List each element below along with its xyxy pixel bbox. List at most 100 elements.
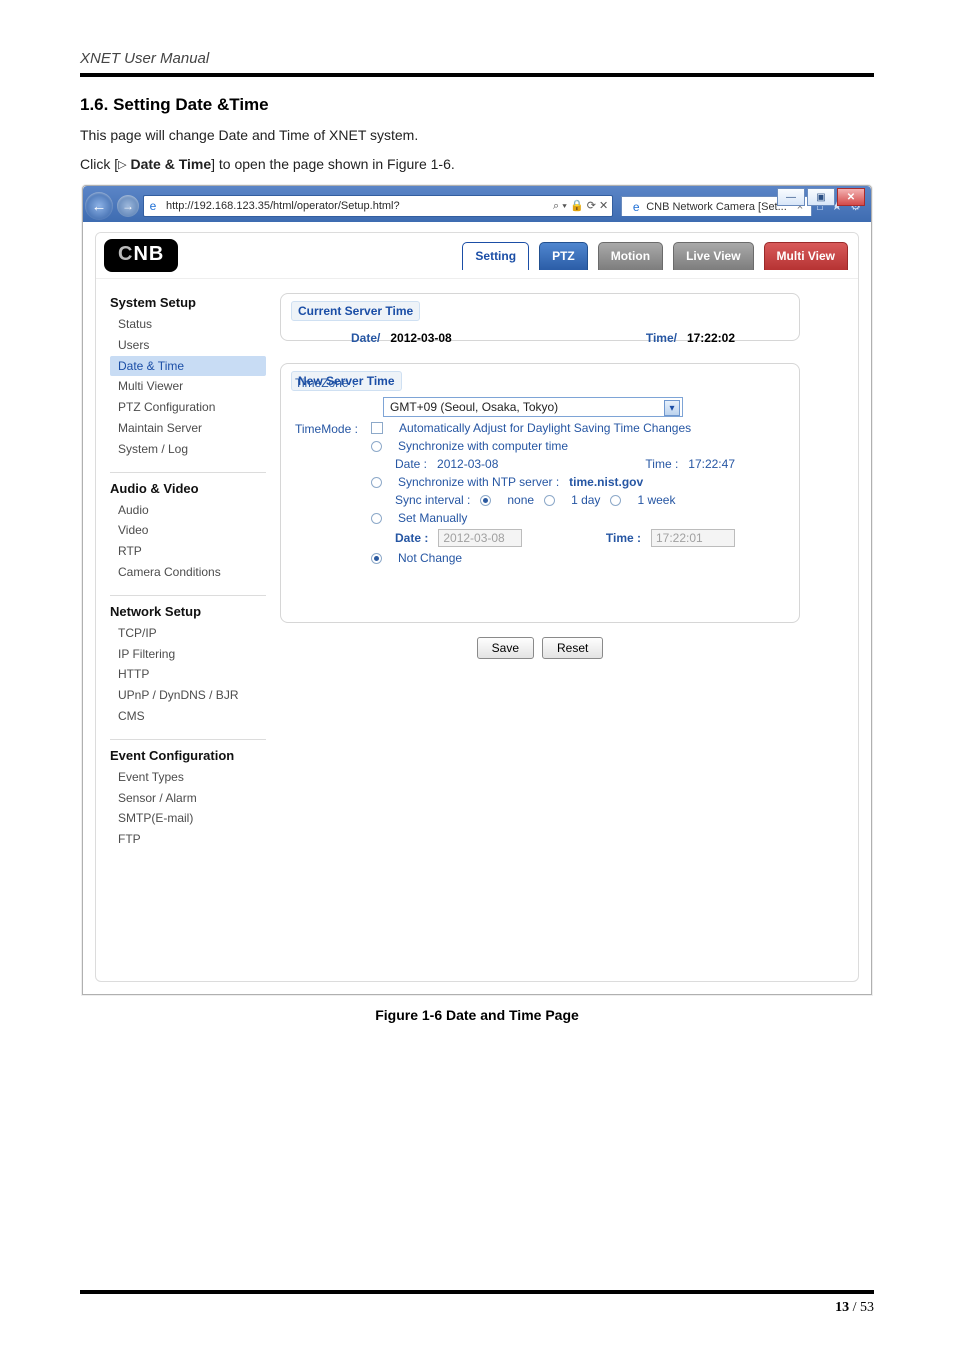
tab-ie-icon: e: [630, 200, 642, 214]
sidebar-item-ftp[interactable]: FTP: [110, 829, 266, 850]
sidebar-item-ipfilter[interactable]: IP Filtering: [110, 644, 266, 665]
dst-label: Automatically Adjust for Daylight Saving…: [399, 421, 691, 435]
address-bar[interactable]: e http://192.168.123.35/html/operator/Se…: [143, 195, 613, 217]
pc-date-label: Date :: [395, 457, 427, 471]
sidebar-head-av: Audio & Video: [110, 481, 266, 496]
tab-ptz[interactable]: PTZ: [539, 242, 588, 270]
save-button[interactable]: Save: [477, 637, 534, 659]
pc-time-label: Time :: [645, 457, 678, 471]
group-current-time: Current Server Time: [291, 301, 420, 321]
sidebar-item-multi-viewer[interactable]: Multi Viewer: [110, 376, 266, 397]
back-button[interactable]: ←: [85, 192, 113, 220]
page-current: 13: [835, 1300, 849, 1315]
intro-text: This page will change Date and Time of X…: [80, 125, 874, 146]
tab-live-view[interactable]: Live View: [673, 242, 753, 270]
page-total: 53: [860, 1300, 874, 1315]
opt-sync-pc: Synchronize with computer time: [398, 439, 568, 453]
sidebar-item-http[interactable]: HTTP: [110, 664, 266, 685]
sidebar-head-system: System Setup: [110, 295, 266, 310]
radio-sync-ntp[interactable]: [371, 477, 382, 488]
sidebar-item-rtp[interactable]: RTP: [110, 541, 266, 562]
lbl-none: none: [507, 493, 534, 507]
cur-time-value: 17:22:02: [687, 331, 735, 345]
sidebar-item-audio[interactable]: Audio: [110, 500, 266, 521]
sidebar-item-sensor[interactable]: Sensor / Alarm: [110, 788, 266, 809]
app-frame: CCNBNB Setting PTZ Motion Live View Mult…: [95, 232, 859, 982]
address-tools[interactable]: ⌕ ▾ 🔒 ⟳ ✕: [549, 196, 612, 216]
t1: Click [: [80, 156, 118, 172]
page-sep: /: [849, 1300, 860, 1315]
page-number: 13 / 53: [80, 1300, 874, 1316]
maximize-button[interactable]: ▣: [807, 188, 835, 206]
close-button[interactable]: ✕: [837, 188, 865, 206]
lbl-1day: 1 day: [571, 493, 600, 507]
ntp-host: time.nist.gov: [569, 475, 643, 489]
tab-multi-view[interactable]: Multi View: [764, 242, 848, 270]
sidebar-item-maintain[interactable]: Maintain Server: [110, 418, 266, 439]
doc-header: XNET User Manual: [80, 50, 874, 67]
radio-manual[interactable]: [371, 513, 382, 524]
app-banner: CCNBNB Setting PTZ Motion Live View Mult…: [96, 233, 858, 279]
pc-date-value: 2012-03-08: [437, 457, 498, 471]
header-rule: [80, 73, 874, 77]
ie-icon: e: [144, 196, 162, 216]
radio-sync-pc[interactable]: [371, 441, 382, 452]
cur-time-label: Time/: [646, 331, 677, 345]
sidebar-item-users[interactable]: Users: [110, 335, 266, 356]
sidebar-head-event: Event Configuration: [110, 748, 266, 763]
opt-sync-ntp: Synchronize with NTP server :: [398, 475, 559, 489]
manual-date-input[interactable]: [438, 529, 522, 547]
sidebar-item-cms[interactable]: CMS: [110, 706, 266, 727]
sidebar-item-upnp[interactable]: UPnP / DynDNS / BJR: [110, 685, 266, 706]
sidebar-item-syslog[interactable]: System / Log: [110, 439, 266, 460]
reset-button[interactable]: Reset: [542, 637, 603, 659]
sidebar-head-network: Network Setup: [110, 604, 266, 619]
opt-manual: Set Manually: [398, 511, 467, 525]
cur-date-value: 2012-03-08: [390, 331, 451, 345]
sync-int-label: Sync interval :: [395, 493, 470, 507]
opt-not-change: Not Change: [398, 551, 462, 565]
sidebar-item-video[interactable]: Video: [110, 520, 266, 541]
sidebar-item-camera-cond[interactable]: Camera Conditions: [110, 562, 266, 583]
window-controls: — ▣ ✕: [777, 188, 865, 206]
timezone-value: GMT+09 (Seoul, Osaka, Tokyo): [390, 400, 558, 414]
tz-key: TimeZone :: [295, 376, 355, 390]
radio-1week[interactable]: [610, 495, 621, 506]
radio-1day[interactable]: [544, 495, 555, 506]
tab-setting[interactable]: Setting: [462, 242, 529, 270]
minimize-button[interactable]: —: [777, 188, 805, 206]
cur-date-label: Date/: [351, 331, 380, 345]
sidebar-item-tcpip[interactable]: TCP/IP: [110, 623, 266, 644]
timezone-select[interactable]: GMT+09 (Seoul, Osaka, Tokyo) ▾: [383, 397, 683, 417]
figure-caption: Figure 1-6 Date and Time Page: [80, 1007, 874, 1023]
sidebar: System Setup Status Users Date & Time Mu…: [96, 279, 272, 981]
chevron-down-icon: ▾: [664, 400, 680, 416]
footer-rule: [80, 1290, 874, 1294]
lbl-1week: 1 week: [637, 493, 675, 507]
radio-not-change[interactable]: [371, 553, 382, 564]
browser-window: — ▣ ✕ ← → e http://192.168.123.35/html/o…: [82, 185, 872, 995]
sidebar-item-status[interactable]: Status: [110, 314, 266, 335]
click-instruction: Click [▷ Date & Time] to open the page s…: [80, 154, 874, 175]
tab-title: CNB Network Camera [Set...: [646, 201, 787, 213]
t2: Date & Time: [127, 156, 212, 172]
manual-time-input[interactable]: [651, 529, 735, 547]
tab-motion[interactable]: Motion: [598, 242, 663, 270]
sidebar-item-date-time[interactable]: Date & Time: [110, 356, 266, 377]
settings-panel: Current Server Time Date/ 2012-03-08 Tim…: [272, 279, 858, 981]
triangle-icon: ▷: [118, 157, 126, 174]
browser-chrome: ← → e http://192.168.123.35/html/operato…: [83, 186, 871, 222]
tm-key: TimeMode :: [295, 422, 358, 436]
man-date-label: Date :: [395, 531, 428, 545]
dst-checkbox[interactable]: [371, 422, 383, 434]
sidebar-item-ptz-config[interactable]: PTZ Configuration: [110, 397, 266, 418]
radio-none[interactable]: [480, 495, 491, 506]
section-heading: 1.6. Setting Date &Time: [80, 95, 874, 115]
url-text: http://192.168.123.35/html/operator/Setu…: [162, 196, 549, 216]
pc-time-value: 17:22:47: [688, 457, 735, 471]
t3: ] to open the page shown in Figure 1-6.: [211, 156, 455, 172]
sidebar-item-event-types[interactable]: Event Types: [110, 767, 266, 788]
man-time-label: Time :: [606, 531, 641, 545]
sidebar-item-smtp[interactable]: SMTP(E-mail): [110, 808, 266, 829]
forward-button[interactable]: →: [117, 195, 139, 217]
